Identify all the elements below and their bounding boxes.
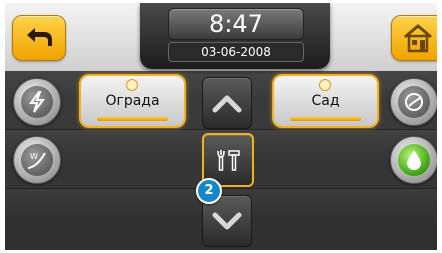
zone-button-sad[interactable]: Сад [272, 74, 379, 128]
svg-text:W: W [30, 152, 38, 161]
date-display: 03-06-2008 [168, 42, 304, 62]
power-button[interactable] [13, 78, 61, 126]
zone-label: Сад [311, 93, 340, 109]
gauge-icon [405, 93, 423, 111]
scroll-up-button[interactable] [202, 77, 252, 129]
screen: 8:47 03-06-2008 W Ограда Сад 2 [5, 3, 437, 250]
tools-icon [217, 150, 240, 171]
gauge-button[interactable] [390, 78, 437, 126]
water-button[interactable] [390, 136, 437, 184]
chevron-down-icon [212, 212, 242, 230]
zone-button-ograda[interactable]: Ограда [79, 74, 186, 128]
back-button[interactable] [12, 15, 66, 61]
zone-label: Ограда [105, 93, 160, 109]
back-arrow-icon [27, 28, 52, 46]
zone-status-bar [290, 117, 361, 121]
sprinkler-button[interactable]: W [13, 136, 61, 184]
zone-status-bar [97, 117, 168, 121]
zone-indicator-light [319, 79, 331, 91]
power-lightning-icon [29, 91, 45, 113]
home-button[interactable] [391, 15, 437, 61]
sprinkler-icon: W [27, 152, 46, 169]
zone-indicator-light [126, 79, 138, 91]
notification-badge: 2 [196, 178, 222, 204]
time-display: 8:47 [168, 8, 304, 40]
water-drop-icon [407, 150, 421, 170]
home-icon [404, 24, 432, 53]
clock-panel: 8:47 03-06-2008 [140, 3, 330, 69]
chevron-up-icon [212, 95, 242, 113]
